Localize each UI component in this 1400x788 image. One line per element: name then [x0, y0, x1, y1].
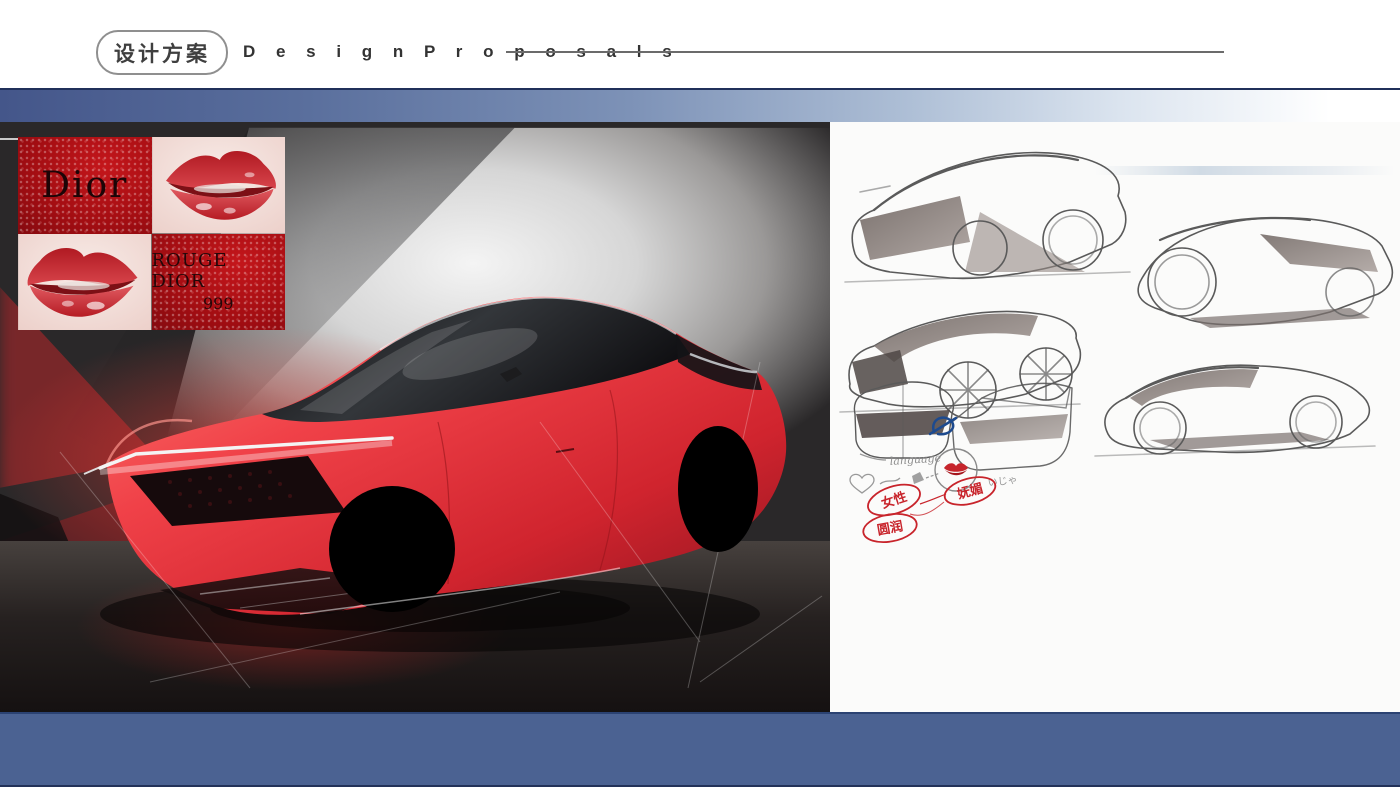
sketch-side-profile: [1095, 365, 1375, 456]
top-gradient-bar: [0, 88, 1400, 122]
sketch-panel: language いじゃ 女性: [830, 122, 1400, 712]
svg-text:妩媚: 妩媚: [955, 480, 984, 501]
svg-text:女性: 女性: [879, 489, 908, 511]
lipstick-texture-image: ROUGE DIOR 999: [152, 234, 286, 331]
design-proposals-slide: 设计方案 D e s i g n P r o p o s a l s: [0, 0, 1400, 788]
shade-number-label: 999: [203, 294, 234, 313]
sketch-spoke-wheel-front: [840, 312, 1080, 418]
sketch-rear-three-quarter: [1138, 218, 1392, 328]
annotation-word: language: [889, 451, 942, 468]
lips-illustration: [152, 137, 286, 234]
slide-header: 设计方案 D e s i g n P r o p o s a l s: [0, 0, 1400, 88]
heart-icon: [850, 474, 874, 493]
svg-text:圆润: 圆润: [876, 518, 904, 537]
rouge-dior-label: ROUGE DIOR 999: [152, 234, 286, 331]
main-content: Dior: [0, 122, 1400, 712]
bottom-bar: [0, 712, 1400, 787]
car-render-panel: Dior: [0, 122, 830, 712]
lips-illustration: [18, 234, 152, 331]
pencil-scribble: いじゃ: [987, 474, 1018, 489]
lips-closeup-image: [18, 234, 152, 331]
product-line-label: ROUGE DIOR: [152, 250, 286, 292]
lipstick-texture-image: Dior: [18, 137, 152, 234]
header-rule: [506, 51, 1224, 53]
dior-brand-label: Dior: [18, 137, 152, 234]
title-pill: 设计方案: [96, 30, 228, 75]
red-lips-icon: [944, 463, 968, 475]
heart-icon: [912, 472, 924, 484]
page-title-cn: 设计方案: [114, 38, 210, 68]
car-sketches-image: language いじゃ 女性: [830, 122, 1400, 712]
dior-reference-grid: Dior: [18, 137, 285, 330]
sketch-front-three-quarter: [845, 153, 1130, 282]
lips-closeup-image: [152, 137, 286, 234]
